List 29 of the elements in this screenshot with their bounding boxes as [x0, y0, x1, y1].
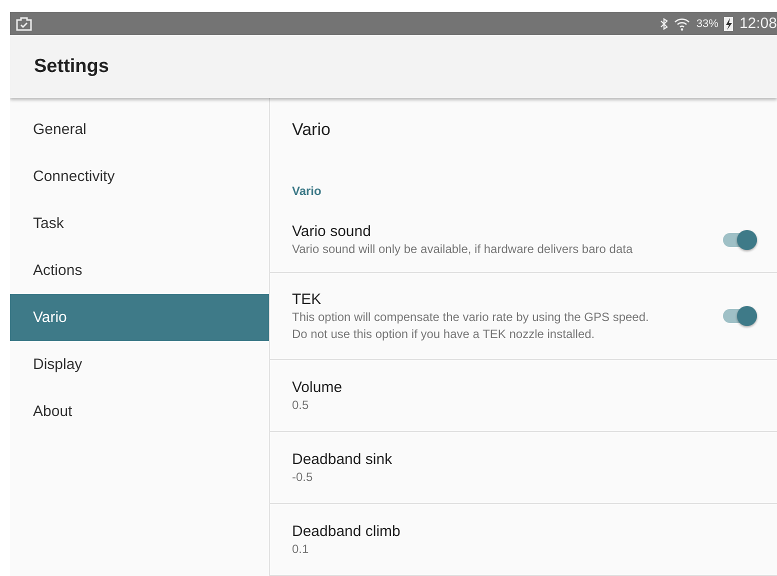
panel-title: Vario: [291, 119, 332, 141]
preference-title: Deadband sink: [292, 450, 394, 468]
section-header: Vario: [291, 183, 322, 200]
preference-title: Volume: [292, 378, 344, 396]
clipboard-check-icon: [16, 16, 32, 30]
preference-summary: Vario sound will only be available, if hardware delivers baro data: [292, 242, 634, 258]
preference-summary: Do not use this option if you have a TEK nozzle installed.: [292, 326, 596, 342]
preference-value: 0.5: [292, 398, 310, 413]
preference-value: 0.1: [292, 542, 310, 557]
sidebar-item[interactable]: Vario: [10, 294, 269, 341]
sidebar-item[interactable]: General: [10, 106, 269, 153]
battery-percentage: 33%: [696, 18, 718, 30]
preference-title: Deadband climb: [292, 522, 402, 540]
preference-title: TEK: [292, 290, 322, 308]
app-bar-title: Settings: [34, 56, 109, 78]
sidebar-item[interactable]: Display: [10, 341, 269, 388]
toggle-switch[interactable]: [723, 233, 757, 248]
bluetooth-icon: [660, 18, 668, 30]
sidebar-item[interactable]: Connectivity: [10, 153, 269, 200]
sidebar-item[interactable]: Task: [10, 200, 269, 247]
sidebar-item[interactable]: Actions: [10, 247, 269, 294]
clock-time: 12:08: [739, 15, 777, 32]
battery-charging-icon: [724, 16, 734, 31]
wifi-icon: [674, 16, 690, 30]
sidebar-item[interactable]: About: [10, 388, 269, 435]
preference-value: -0.5: [292, 470, 314, 485]
toggle-switch[interactable]: [723, 309, 757, 324]
preference-summary: This option will compensate the vario rate by using the GPS speed.: [292, 310, 650, 325]
preference-title: Vario sound: [292, 223, 372, 240]
